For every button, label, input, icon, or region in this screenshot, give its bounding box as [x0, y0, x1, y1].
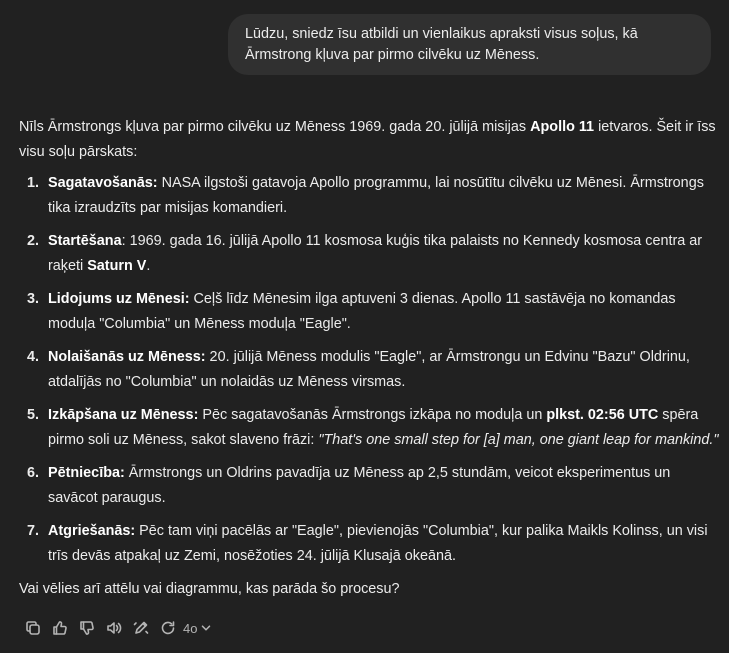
- step-text: Pēc tam viņi pacēlās ar "Eagle", pievien…: [48, 523, 708, 564]
- thumbs-down-icon: [79, 621, 94, 635]
- step-number: 6.: [27, 465, 40, 481]
- step-number: 1.: [27, 175, 40, 191]
- intro-bold-mission: Apollo 11: [530, 119, 595, 135]
- step-title: Startēšana: [48, 233, 122, 249]
- steps-list: 1. Sagatavošanās: NASA ilgstoši gatavoja…: [19, 171, 719, 569]
- read-aloud-button[interactable]: [100, 616, 127, 640]
- step-number: 3.: [27, 291, 40, 307]
- step-quote: "That's one small step for [a] man, one …: [318, 432, 719, 448]
- step-number: 4.: [27, 349, 40, 365]
- assistant-intro: Nīls Ārmstrongs kļuva par pirmo cilvēku …: [19, 115, 719, 165]
- step-text-end: .: [146, 258, 151, 274]
- regenerate-button[interactable]: [154, 616, 181, 640]
- list-item: 4. Nolaišanās uz Mēness: 20. jūlijā Mēne…: [19, 345, 719, 395]
- chevron-down-icon: [202, 625, 211, 631]
- step-title: Lidojums uz Mēnesi:: [48, 291, 190, 307]
- step-title: Izkāpšana uz Mēness:: [48, 407, 199, 423]
- step-title: Pētniecība:: [48, 465, 125, 481]
- step-text: Pēc sagatavošanās Ārmstrongs izkāpa no m…: [198, 407, 547, 423]
- edit-canvas-button[interactable]: [127, 616, 154, 640]
- step-title: Nolaišanās uz Mēness:: [48, 349, 206, 365]
- step-number: 5.: [27, 407, 40, 423]
- step-text: Ārmstrongs un Oldrins pavadīja uz Mēness…: [48, 465, 671, 506]
- edit-canvas-icon: [133, 621, 148, 634]
- step-number: 2.: [27, 233, 40, 249]
- user-message-text: Lūdzu, sniedz īsu atbildi un vienlaikus …: [245, 26, 638, 63]
- model-switcher[interactable]: 4o: [183, 616, 213, 641]
- user-message-bubble: Lūdzu, sniedz īsu atbildi un vienlaikus …: [228, 14, 711, 75]
- read-aloud-icon: [106, 622, 121, 634]
- copy-button[interactable]: [19, 616, 46, 640]
- regenerate-icon: [161, 621, 174, 635]
- thumbs-up-button[interactable]: [46, 616, 73, 640]
- thumbs-up-icon: [52, 621, 67, 635]
- thumbs-down-button[interactable]: [73, 616, 100, 640]
- list-item: 6. Pētniecība: Ārmstrongs un Oldrins pav…: [19, 461, 719, 511]
- step-title: Atgriešanās:: [48, 523, 136, 539]
- message-actions-bar: 4o: [19, 616, 213, 640]
- intro-text-pre: Nīls Ārmstrongs kļuva par pirmo cilvēku …: [19, 119, 531, 135]
- step-bold-text: plkst. 02:56 UTC: [546, 407, 659, 423]
- copy-icon: [25, 621, 40, 635]
- step-title: Sagatavošanās:: [48, 175, 158, 191]
- step-bold-text: Saturn V: [87, 258, 147, 274]
- list-item: 2. Startēšana: 1969. gada 16. jūlijā Apo…: [19, 229, 719, 279]
- model-label: 4o: [183, 620, 198, 636]
- list-item: 5. Izkāpšana uz Mēness: Pēc sagatavošanā…: [19, 403, 719, 453]
- step-number: 7.: [27, 523, 40, 539]
- list-item: 7. Atgriešanās: Pēc tam viņi pacēlās ar …: [19, 519, 719, 569]
- assistant-message: Nīls Ārmstrongs kļuva par pirmo cilvēku …: [19, 115, 719, 602]
- assistant-outro: Vai vēlies arī attēlu vai diagrammu, kas…: [19, 581, 400, 597]
- list-item: 3. Lidojums uz Mēnesi: Ceļš līdz Mēnesim…: [19, 287, 719, 337]
- list-item: 1. Sagatavošanās: NASA ilgstoši gatavoja…: [19, 171, 719, 221]
